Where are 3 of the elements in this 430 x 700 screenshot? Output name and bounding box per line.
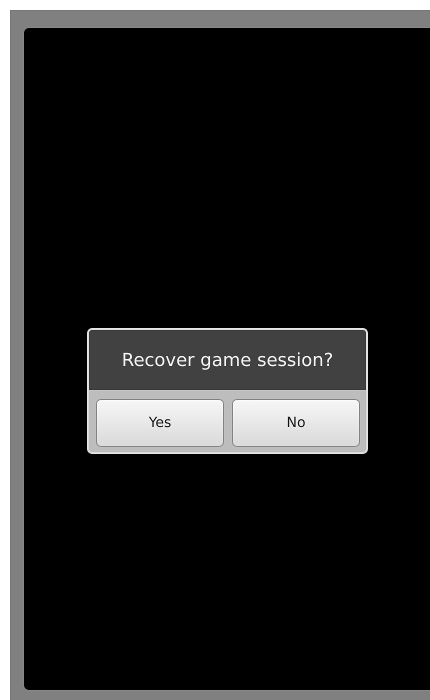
dialog-button[interactable]: No [232, 399, 360, 447]
dialog-button[interactable]: Yes [96, 399, 224, 447]
dialog-title: Recover game session? [89, 330, 366, 390]
